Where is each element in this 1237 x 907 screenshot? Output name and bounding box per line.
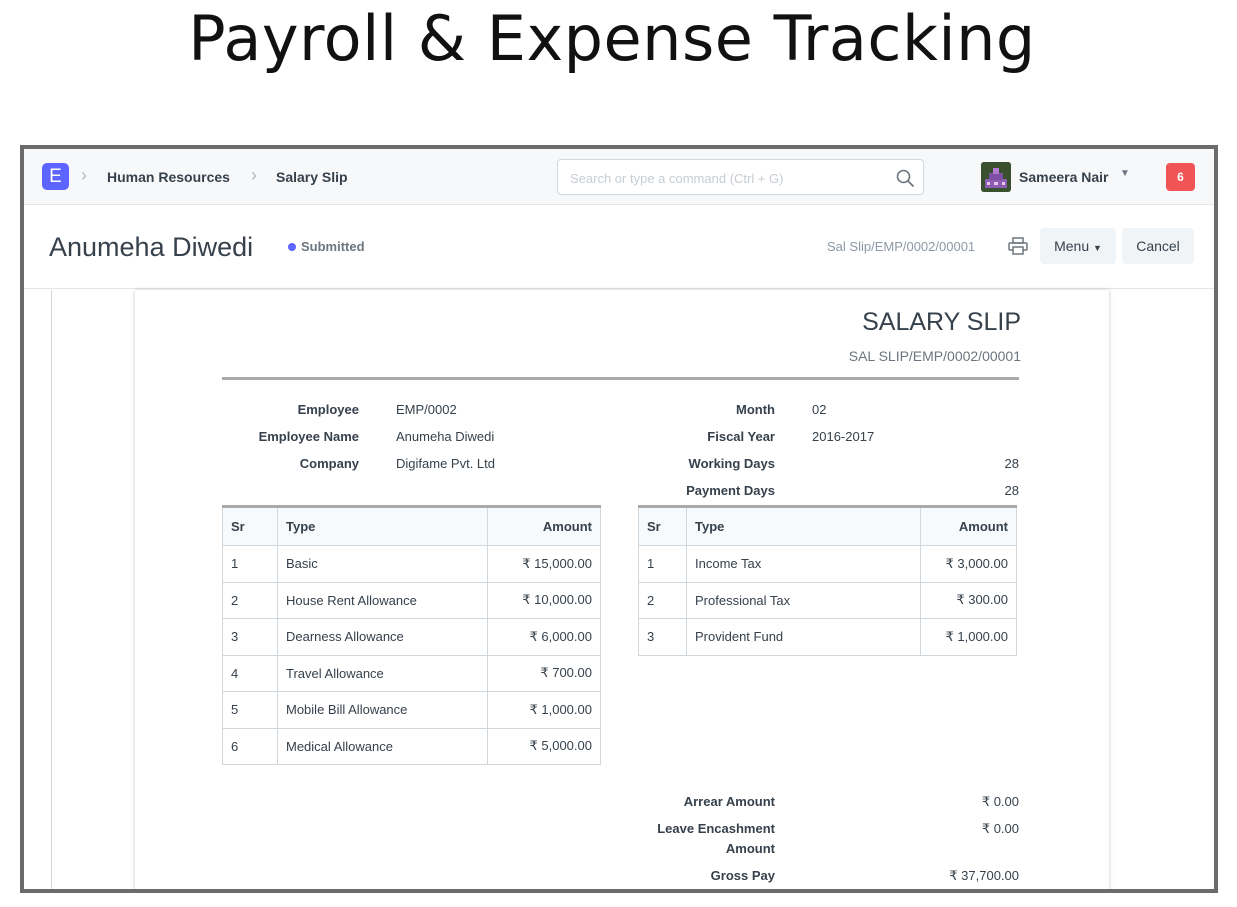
slip-id: SAL SLIP/EMP/0002/00001 <box>848 348 1021 364</box>
row-sr: 1 <box>222 545 278 583</box>
row-type: Provident Fund <box>686 618 921 656</box>
caret-down-icon: ▼ <box>1093 243 1102 253</box>
app-window: E › Human Resources › Salary Slip Sameer… <box>20 145 1218 893</box>
breadcrumb-human-resources[interactable]: Human Resources <box>107 169 230 185</box>
row-type: Dearness Allowance <box>277 618 488 656</box>
gross-pay-label: Gross Pay <box>710 868 775 883</box>
avatar[interactable] <box>981 162 1011 192</box>
search-bar <box>557 159 924 195</box>
row-amount: ₹ 700.00 <box>487 654 601 692</box>
row-amount: ₹ 10,000.00 <box>487 581 601 619</box>
row-sr: 3 <box>638 618 687 656</box>
working-days-label: Working Days <box>688 456 775 471</box>
company-label: Company <box>299 456 359 471</box>
page-guide-line <box>51 290 52 889</box>
fiscal-year-label: Fiscal Year <box>707 429 775 444</box>
page-head: Anumeha Diwedi Submitted Sal Slip/EMP/00… <box>24 205 1214 289</box>
row-amount: ₹ 3,000.00 <box>920 545 1017 583</box>
column-header-sr: Sr <box>222 505 278 546</box>
working-days-value: 28 <box>1004 456 1019 471</box>
leave-encashment-value: ₹ 0.00 <box>981 821 1019 836</box>
caret-down-icon[interactable]: ▼ <box>1120 168 1130 179</box>
table-row: 4 Travel Allowance ₹ 700.00 <box>222 654 601 692</box>
table-row: 1 Basic ₹ 15,000.00 <box>222 545 601 583</box>
page-title: Anumeha Diwedi <box>49 232 254 262</box>
menu-button-label: Menu <box>1054 238 1090 254</box>
table-row: 2 Professional Tax ₹ 300.00 <box>638 581 1017 619</box>
deductions-table: Sr Type Amount 1 Income Tax ₹ 3,000.00 2… <box>638 505 1017 656</box>
table-header-row: Sr Type Amount <box>638 505 1017 546</box>
search-input[interactable] <box>570 168 880 188</box>
row-amount: ₹ 5,000.00 <box>487 727 601 765</box>
payment-days-value: 28 <box>1004 483 1019 498</box>
column-header-amount: Amount <box>920 505 1017 546</box>
status-badge: Submitted <box>301 239 365 254</box>
print-icon[interactable] <box>1008 237 1028 255</box>
row-type: Professional Tax <box>686 581 921 619</box>
row-sr: 4 <box>222 654 278 692</box>
payment-days-label: Payment Days <box>686 483 775 498</box>
row-sr: 6 <box>222 727 278 765</box>
row-sr: 2 <box>638 581 687 619</box>
chevron-right-icon: › <box>251 165 257 185</box>
arrear-amount-value: ₹ 0.00 <box>981 794 1019 809</box>
table-row: 1 Income Tax ₹ 3,000.00 <box>638 545 1017 583</box>
gross-pay-value: ₹ 37,700.00 <box>949 868 1019 883</box>
company-value: Digifame Pvt. Ltd <box>396 456 495 471</box>
row-sr: 1 <box>638 545 687 583</box>
table-row: 3 Provident Fund ₹ 1,000.00 <box>638 618 1017 656</box>
column-header-type: Type <box>686 505 921 546</box>
row-type: Travel Allowance <box>277 654 488 692</box>
slip-divider <box>222 377 1019 380</box>
fiscal-year-value: 2016-2017 <box>812 429 875 444</box>
column-header-amount: Amount <box>487 505 601 546</box>
month-label: Month <box>736 402 775 417</box>
breadcrumb-salary-slip[interactable]: Salary Slip <box>276 169 348 185</box>
employee-value: EMP/0002 <box>396 402 457 417</box>
row-amount: ₹ 300.00 <box>920 581 1017 619</box>
row-amount: ₹ 1,000.00 <box>920 618 1017 656</box>
print-preview-area: SALARY SLIP SAL SLIP/EMP/0002/00001 Empl… <box>24 290 1214 889</box>
row-type: Income Tax <box>686 545 921 583</box>
employee-name-label: Employee Name <box>258 429 359 444</box>
row-amount: ₹ 1,000.00 <box>487 691 601 729</box>
row-sr: 2 <box>222 581 278 619</box>
row-sr: 3 <box>222 618 278 656</box>
row-type: Medical Allowance <box>277 727 488 765</box>
employee-label: Employee <box>297 402 359 417</box>
row-amount: ₹ 15,000.00 <box>487 545 601 583</box>
table-row: 6 Medical Allowance ₹ 5,000.00 <box>222 727 601 765</box>
table-row: 3 Dearness Allowance ₹ 6,000.00 <box>222 618 601 656</box>
notification-badge[interactable]: 6 <box>1166 163 1195 191</box>
column-header-type: Type <box>277 505 488 546</box>
arrear-amount-label: Arrear Amount <box>683 794 775 809</box>
chevron-right-icon: › <box>81 165 87 185</box>
row-amount: ₹ 6,000.00 <box>487 618 601 656</box>
row-type: Basic <box>277 545 488 583</box>
cancel-button[interactable]: Cancel <box>1122 228 1194 264</box>
page-headline: Payroll & Expense Tracking <box>188 2 1036 75</box>
search-icon[interactable] <box>895 168 915 188</box>
month-value: 02 <box>812 402 827 417</box>
table-row: 5 Mobile Bill Allowance ₹ 1,000.00 <box>222 691 601 729</box>
salary-slip-sheet: SALARY SLIP SAL SLIP/EMP/0002/00001 Empl… <box>135 290 1109 889</box>
leave-encashment-label: Leave Encashment Amount <box>657 821 775 856</box>
navbar: E › Human Resources › Salary Slip Sameer… <box>24 149 1214 205</box>
table-row: 2 House Rent Allowance ₹ 10,000.00 <box>222 581 601 619</box>
table-header-row: Sr Type Amount <box>222 505 601 546</box>
row-type: House Rent Allowance <box>277 581 488 619</box>
status-indicator-icon <box>288 243 296 251</box>
row-sr: 5 <box>222 691 278 729</box>
employee-name-value: Anumeha Diwedi <box>396 429 495 444</box>
slip-title: SALARY SLIP <box>862 308 1021 336</box>
earnings-table: Sr Type Amount 1 Basic ₹ 15,000.00 2 Hou… <box>222 505 601 765</box>
app-logo[interactable]: E <box>42 163 69 190</box>
document-id: Sal Slip/EMP/0002/00001 <box>827 239 976 254</box>
menu-button[interactable]: Menu ▼ <box>1040 228 1116 264</box>
user-menu-name[interactable]: Sameera Nair <box>1019 169 1109 185</box>
column-header-sr: Sr <box>638 505 687 546</box>
row-type: Mobile Bill Allowance <box>277 691 488 729</box>
